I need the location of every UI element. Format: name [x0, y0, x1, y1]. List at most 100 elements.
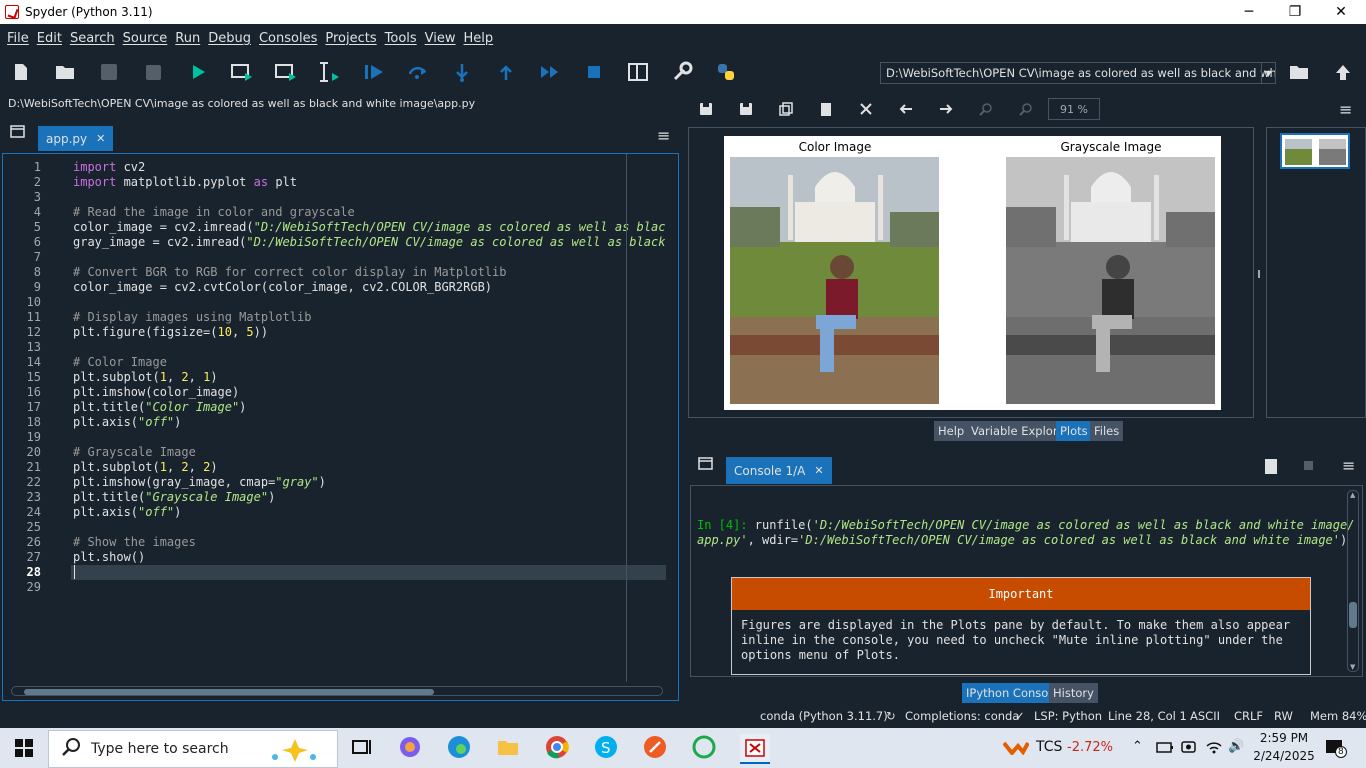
new-file-icon[interactable]: [9, 60, 33, 84]
run-icon[interactable]: [186, 60, 210, 84]
browse-tabs-icon[interactable]: [10, 125, 26, 142]
menu-view[interactable]: View: [421, 31, 460, 46]
splitter-handle[interactable]: [1258, 270, 1260, 278]
close-tab-icon[interactable]: ✕: [814, 464, 823, 477]
show-hidden-icons-chevron-icon[interactable]: ⌃: [1132, 739, 1143, 754]
camera-icon[interactable]: [1181, 740, 1197, 757]
battery-icon[interactable]: [1156, 740, 1174, 757]
code-editor[interactable]: 1 2 3 4 5 6 7 8 9 10 11 12 13 14 15 16 17 18 19 20 21 22 23 24 2…: [2, 153, 679, 701]
clock-time[interactable]: 2:59 PM: [1256, 731, 1312, 745]
horizontal-scrollbar[interactable]: [11, 686, 663, 696]
skype-icon[interactable]: S: [594, 735, 620, 761]
stock-change[interactable]: -2.72%: [1067, 740, 1113, 755]
tab-help[interactable]: Help: [934, 421, 969, 441]
menu-debug[interactable]: Debug: [204, 31, 255, 46]
continue-icon[interactable]: [538, 60, 562, 84]
line-number: 7: [33, 250, 41, 264]
tab-console-1a[interactable]: Console 1/A ✕: [726, 457, 832, 484]
ipython-console[interactable]: In [4]: runfile('D:/WebiSoftTech/OPEN CV…: [690, 485, 1363, 677]
menu-source[interactable]: Source: [119, 31, 172, 46]
step-return-icon[interactable]: [494, 60, 518, 84]
menu-tools[interactable]: Tools: [381, 31, 421, 46]
wifi-icon[interactable]: [1205, 740, 1223, 757]
save-all-icon[interactable]: [141, 60, 165, 84]
stop-kernel-icon[interactable]: [1304, 460, 1314, 474]
run-selection-icon[interactable]: [318, 60, 342, 84]
next-plot-icon[interactable]: [939, 102, 953, 119]
minimize-button[interactable]: ─: [1226, 0, 1272, 24]
tab-files[interactable]: Files: [1090, 421, 1124, 441]
clock-date[interactable]: 2/24/2025: [1252, 749, 1316, 763]
task-view-icon[interactable]: [350, 736, 376, 762]
preferences-icon[interactable]: [670, 60, 694, 84]
browse-directory-icon[interactable]: [1287, 60, 1311, 84]
console-vertical-scrollbar[interactable]: [1347, 490, 1359, 672]
step-into-icon[interactable]: [450, 60, 474, 84]
volume-icon[interactable]: 🔊: [1228, 739, 1244, 754]
working-directory-combo[interactable]: D:\WebiSoftTech\OPEN CV\image as colored…: [880, 62, 1276, 84]
menu-help[interactable]: Help: [460, 31, 498, 46]
zoom-in-icon[interactable]: [979, 102, 993, 119]
run-cell-icon[interactable]: [230, 60, 254, 84]
chrome-icon[interactable]: [545, 735, 571, 761]
console-prompt: In [4]:: [697, 518, 748, 532]
plot-thumbnail[interactable]: [1280, 133, 1350, 169]
code-area[interactable]: import cv2 import matplotlib.pyplot as p…: [71, 154, 666, 682]
editor-options-menu-icon[interactable]: ≡: [657, 126, 670, 145]
menu-projects[interactable]: Projects: [321, 31, 380, 46]
remove-plot-icon[interactable]: [819, 102, 833, 119]
maximize-button[interactable]: ❐: [1272, 0, 1318, 24]
tab-ipython-console[interactable]: IPython Console: [962, 683, 1063, 703]
plots-options-menu-icon[interactable]: ≡: [1339, 100, 1352, 119]
run-cell-advance-icon[interactable]: [274, 60, 298, 84]
parent-directory-icon[interactable]: [1331, 60, 1355, 84]
status-completions[interactable]: Completions: conda: [905, 709, 1019, 723]
open-file-icon[interactable]: [53, 60, 77, 84]
xbox-app-icon[interactable]: [692, 735, 718, 761]
save-plot-icon[interactable]: [699, 102, 713, 119]
close-button[interactable]: ✕: [1318, 0, 1364, 24]
stock-name[interactable]: TCS: [1036, 739, 1062, 755]
tab-history[interactable]: History: [1049, 683, 1098, 703]
scroll-down-arrow-icon[interactable]: ▼: [1350, 663, 1355, 671]
debug-icon[interactable]: [362, 60, 386, 84]
tab-plots[interactable]: Plots: [1056, 421, 1092, 441]
close-tab-icon[interactable]: ✕: [96, 132, 105, 145]
previous-plot-icon[interactable]: [899, 102, 913, 119]
status-lsp[interactable]: LSP: Python: [1034, 709, 1102, 723]
file-explorer-icon[interactable]: [496, 735, 522, 761]
spyder-taskbar-icon[interactable]: [740, 734, 770, 764]
scrollbar-thumb[interactable]: [24, 689, 434, 695]
status-environment[interactable]: conda (Python 3.11.7): [760, 709, 888, 723]
edge-browser-icon[interactable]: [447, 735, 473, 761]
menu-edit[interactable]: Edit: [33, 31, 66, 46]
stop-debug-icon[interactable]: [582, 60, 606, 84]
scrollbar-thumb[interactable]: [1349, 602, 1357, 628]
zoom-out-icon[interactable]: [1019, 102, 1033, 119]
line-number: 18: [26, 415, 41, 429]
chevron-down-icon[interactable]: ▼: [1261, 63, 1275, 83]
save-all-plots-icon[interactable]: [739, 102, 753, 119]
windows-start-icon[interactable]: [15, 739, 33, 760]
menu-file[interactable]: File: [3, 31, 33, 46]
tab-app-py[interactable]: app.py ✕: [38, 126, 114, 151]
clear-console-icon[interactable]: [1264, 458, 1278, 477]
scroll-up-arrow-icon[interactable]: ▲: [1350, 491, 1355, 499]
menu-run[interactable]: Run: [171, 31, 204, 46]
console-options-menu-icon[interactable]: ≡: [1342, 456, 1355, 475]
menu-consoles[interactable]: Consoles: [255, 31, 321, 46]
taskbar-search-box[interactable]: Type here to search: [48, 730, 338, 768]
copilot-icon[interactable]: [398, 735, 424, 761]
browse-tabs-icon[interactable]: [698, 457, 714, 474]
copy-plot-icon[interactable]: [779, 102, 793, 119]
step-over-icon[interactable]: [406, 60, 430, 84]
maximize-pane-icon[interactable]: [626, 60, 650, 84]
grayscale-photo: [1006, 157, 1215, 404]
menu-search[interactable]: Search: [66, 31, 119, 46]
save-icon[interactable]: [97, 60, 121, 84]
code-line: # Display images using Matplotlib: [73, 310, 312, 324]
postman-icon[interactable]: [643, 735, 669, 761]
python-path-icon[interactable]: [714, 60, 738, 84]
remove-all-plots-icon[interactable]: [859, 102, 873, 119]
zoom-level[interactable]: 91 %: [1048, 98, 1100, 120]
